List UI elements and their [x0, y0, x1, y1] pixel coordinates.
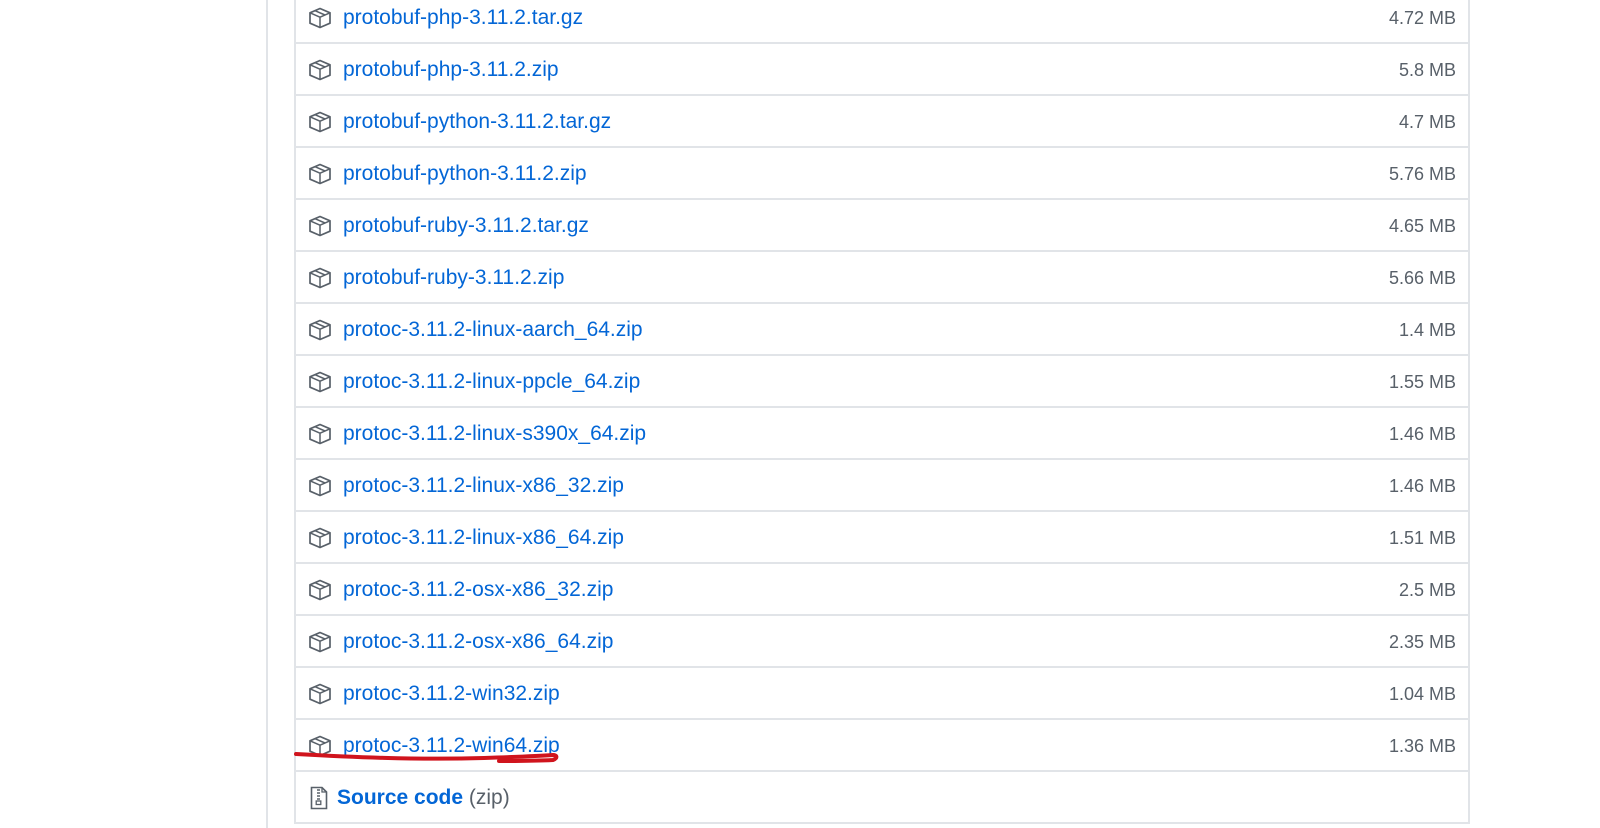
asset-size: 1.51 MB	[1388, 528, 1456, 548]
asset-row-protoc-3-11-2-linux-s390x-64-zip: protoc-3.11.2-linux-s390x_64.zip 1.46 MB	[296, 408, 1468, 460]
asset-row-protoc-3-11-2-linux-x86-64-zip: protoc-3.11.2-linux-x86_64.zip 1.51 MB	[296, 512, 1468, 564]
asset-row-protoc-3-11-2-win64-zip: protoc-3.11.2-win64.zip 1.36 MB	[296, 720, 1468, 772]
asset-size: 5.76 MB	[1388, 164, 1456, 184]
asset-row-protobuf-php-3-11-2-tar-gz: protobuf-php-3.11.2.tar.gz 4.72 MB	[296, 0, 1468, 44]
asset-download-link[interactable]: protobuf-ruby-3.11.2.tar.gz	[343, 212, 589, 240]
asset-download-link[interactable]: protoc-3.11.2-linux-s390x_64.zip	[343, 420, 646, 448]
asset-download-link[interactable]: protoc-3.11.2-osx-x86_32.zip	[343, 576, 613, 604]
asset-row-protoc-3-11-2-linux-aarch-64-zip: protoc-3.11.2-linux-aarch_64.zip 1.4 MB	[296, 304, 1468, 356]
source-code-zip-row: Source code (zip)	[296, 772, 1468, 824]
package-icon	[308, 631, 332, 653]
asset-row-protoc-3-11-2-linux-x86-32-zip: protoc-3.11.2-linux-x86_32.zip 1.46 MB	[296, 460, 1468, 512]
asset-row-protoc-3-11-2-osx-x86-64-zip: protoc-3.11.2-osx-x86_64.zip 2.35 MB	[296, 616, 1468, 668]
asset-row-protoc-3-11-2-win32-zip: protoc-3.11.2-win32.zip 1.04 MB	[296, 668, 1468, 720]
asset-download-link[interactable]: protobuf-ruby-3.11.2.zip	[343, 264, 564, 292]
package-icon	[308, 267, 332, 289]
package-icon	[308, 163, 332, 185]
asset-row-protobuf-ruby-3-11-2-zip: protobuf-ruby-3.11.2.zip 5.66 MB	[296, 252, 1468, 304]
package-icon	[308, 579, 332, 601]
asset-download-link[interactable]: protoc-3.11.2-win64.zip	[343, 732, 560, 760]
file-zip-icon	[310, 786, 328, 810]
source-code-zip-link[interactable]: Source code (zip)	[337, 784, 510, 812]
asset-size: 1.46 MB	[1388, 424, 1456, 444]
asset-download-link[interactable]: protoc-3.11.2-osx-x86_64.zip	[343, 628, 613, 656]
asset-download-link[interactable]: protoc-3.11.2-win32.zip	[343, 680, 560, 708]
asset-download-link[interactable]: protoc-3.11.2-linux-x86_64.zip	[343, 524, 624, 552]
asset-row-protobuf-python-3-11-2-tar-gz: protobuf-python-3.11.2.tar.gz 4.7 MB	[296, 96, 1468, 148]
asset-download-link[interactable]: protoc-3.11.2-linux-ppcle_64.zip	[343, 368, 640, 396]
asset-size: 1.04 MB	[1388, 684, 1456, 704]
asset-size: 2.35 MB	[1388, 632, 1456, 652]
asset-row-protobuf-ruby-3-11-2-tar-gz: protobuf-ruby-3.11.2.tar.gz 4.65 MB	[296, 200, 1468, 252]
asset-download-link[interactable]: protobuf-python-3.11.2.tar.gz	[343, 108, 611, 136]
package-icon	[308, 319, 332, 341]
source-code-format: (zip)	[468, 786, 510, 809]
asset-size: 1.46 MB	[1388, 476, 1456, 496]
asset-size: 4.72 MB	[1388, 8, 1456, 28]
package-icon	[308, 59, 332, 81]
asset-size: 2.5 MB	[1398, 580, 1456, 600]
package-icon	[308, 735, 332, 757]
asset-size: 1.36 MB	[1388, 736, 1456, 756]
package-icon	[308, 423, 332, 445]
asset-row-protobuf-python-3-11-2-zip: protobuf-python-3.11.2.zip 5.76 MB	[296, 148, 1468, 200]
package-icon	[308, 371, 332, 393]
asset-download-link[interactable]: protoc-3.11.2-linux-aarch_64.zip	[343, 316, 643, 344]
asset-row-protoc-3-11-2-linux-ppcle-64-zip: protoc-3.11.2-linux-ppcle_64.zip 1.55 MB	[296, 356, 1468, 408]
package-icon	[308, 683, 332, 705]
asset-size: 4.7 MB	[1398, 112, 1456, 132]
timeline-divider	[266, 0, 268, 828]
release-assets-list: protobuf-php-3.11.2.tar.gz 4.72 MB proto…	[294, 0, 1470, 824]
asset-size: 5.66 MB	[1388, 268, 1456, 288]
asset-download-link[interactable]: protobuf-php-3.11.2.tar.gz	[343, 4, 583, 32]
asset-download-link[interactable]: protoc-3.11.2-linux-x86_32.zip	[343, 472, 624, 500]
asset-size: 5.8 MB	[1398, 60, 1456, 80]
package-icon	[308, 215, 332, 237]
package-icon	[308, 527, 332, 549]
asset-download-link[interactable]: protobuf-python-3.11.2.zip	[343, 160, 587, 188]
asset-row-protoc-3-11-2-osx-x86-32-zip: protoc-3.11.2-osx-x86_32.zip 2.5 MB	[296, 564, 1468, 616]
package-icon	[308, 111, 332, 133]
source-code-label: Source code	[337, 786, 464, 809]
asset-size: 1.55 MB	[1388, 372, 1456, 392]
asset-size: 1.4 MB	[1398, 320, 1456, 340]
asset-size: 4.65 MB	[1388, 216, 1456, 236]
package-icon	[308, 7, 332, 29]
release-assets-page: protobuf-php-3.11.2.tar.gz 4.72 MB proto…	[0, 0, 1600, 828]
asset-download-link[interactable]: protobuf-php-3.11.2.zip	[343, 56, 559, 84]
package-icon	[308, 475, 332, 497]
asset-row-protobuf-php-3-11-2-zip: protobuf-php-3.11.2.zip 5.8 MB	[296, 44, 1468, 96]
